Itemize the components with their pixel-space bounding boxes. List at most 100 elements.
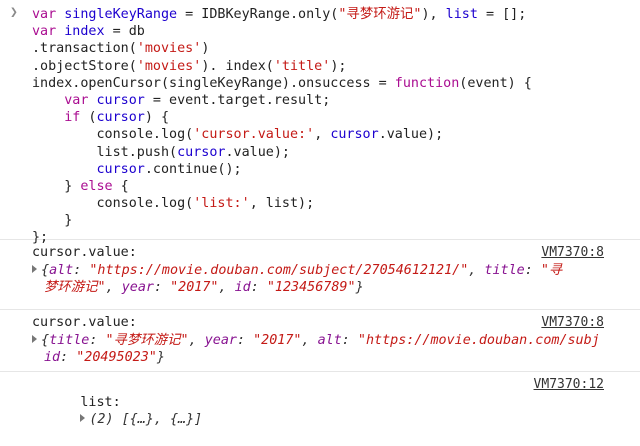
object-token: "https://movie.douban.com/subj (357, 332, 600, 348)
code-token: (event) { (459, 75, 532, 91)
object-token: : (73, 262, 90, 278)
object-preview[interactable]: {title: "寻梦环游记", year: "2017", alt: "htt… (32, 332, 632, 367)
object-token: , (468, 262, 485, 278)
code-token: 'title' (273, 58, 331, 74)
code-token: = []; (477, 7, 527, 22)
object-token: alt (317, 332, 342, 348)
code-token: function (394, 75, 460, 91)
object-preview-line: id: "20495023"} (32, 349, 632, 367)
code-token: if (64, 110, 81, 126)
object-token: : (250, 280, 267, 295)
code-token: ); (330, 58, 347, 74)
code-token: = db (104, 24, 145, 40)
code-token: list (445, 7, 478, 22)
code-token: 'cursor.value:' (193, 127, 315, 143)
expand-triangle-icon[interactable] (32, 264, 37, 273)
code-token: .transaction( (32, 41, 137, 57)
code-token: .objectStore( (32, 58, 137, 74)
log-source-link[interactable]: VM7370:12 (534, 376, 604, 394)
code-token: index (64, 24, 105, 40)
object-token: { (41, 332, 50, 348)
log-source-link[interactable]: VM7370:8 (541, 244, 604, 262)
console-input-entry[interactable]: ❯ var singleKeyRange = IDBKeyRange.only(… (0, 0, 640, 245)
code-token: .continue(); (144, 161, 242, 177)
object-token: title (484, 262, 525, 278)
code-token: } (32, 213, 73, 229)
object-token: , (188, 332, 205, 348)
object-token: "寻梦环游记" (105, 332, 189, 348)
code-token: cursor (96, 161, 145, 177)
code-token: cursor (177, 144, 226, 160)
code-token: var (32, 24, 65, 40)
object-token: title (49, 332, 90, 348)
object-token: "https://movie.douban.com/subject/270546… (89, 262, 469, 278)
code-token: ). index( (201, 58, 274, 74)
code-token: list.push( (32, 144, 178, 160)
object-token: : (236, 332, 254, 348)
object-token: } (156, 350, 165, 365)
object-token: : (524, 262, 541, 278)
object-token: , (301, 332, 318, 348)
object-token: "20495023" (76, 350, 157, 365)
object-token: year (204, 332, 237, 348)
code-token: ), (421, 7, 446, 22)
object-token: id (44, 350, 61, 365)
code-line: cursor.continue(); (32, 161, 632, 178)
code-token: 'movies' (136, 41, 202, 57)
code-token: .value); (378, 127, 444, 143)
object-token: year (121, 280, 154, 295)
code-token: , list); (249, 196, 315, 212)
code-token: , (314, 127, 331, 143)
object-preview-line: 梦环游记", year: "2017", id: "123456789"} (32, 279, 632, 297)
code-line: } (32, 212, 632, 229)
object-preview-line: {title: "寻梦环游记", year: "2017", alt: "htt… (32, 332, 632, 350)
code-token: .value); (225, 144, 291, 160)
code-line: index.openCursor(singleKeyRange).onsucce… (32, 75, 632, 92)
code-token: = event.target.result; (144, 92, 331, 108)
code-token: "寻梦环游记" (338, 7, 422, 22)
code-token: singleKeyRange (64, 7, 178, 22)
code-token: { (112, 178, 129, 194)
object-token: : (341, 332, 358, 348)
code-token: ( (80, 110, 97, 126)
code-token: cursor (330, 127, 379, 143)
code-token: index.openCursor(singleKeyRange).onsucce… (32, 75, 395, 91)
devtools-console: ❯ var singleKeyRange = IDBKeyRange.only(… (0, 0, 640, 427)
code-token: cursor (96, 92, 145, 108)
code-line: if (cursor) { (32, 109, 632, 126)
array-summary[interactable]: (2) [{…}, {…}] (89, 412, 202, 427)
object-token: : (89, 332, 106, 348)
log-source-link[interactable]: VM7370:8 (541, 314, 604, 332)
code-token: = IDBKeyRange.only( (177, 7, 339, 22)
code-token: cursor (96, 110, 145, 126)
code-line: list.push(cursor.value); (32, 144, 632, 161)
object-token: alt (49, 262, 74, 278)
code-token: var (32, 7, 65, 22)
code-line: var index = db (32, 23, 632, 40)
code-line: .transaction('movies') (32, 40, 632, 57)
code-token: console.log( (32, 196, 194, 212)
object-token: "寻 (540, 262, 563, 278)
expand-triangle-icon[interactable] (32, 334, 37, 343)
code-line: } else { (32, 178, 632, 195)
log-label: list: (80, 394, 121, 410)
object-token: } (355, 280, 364, 295)
console-log-entry-2: cursor.value: VM7370:8 {title: "寻梦环游记", … (0, 310, 640, 372)
console-log-entry-3: list: (2) [{…}, {…}] VM7370:12 (0, 372, 640, 427)
object-preview[interactable]: {alt: "https://movie.douban.com/subject/… (32, 262, 632, 297)
expand-triangle-icon[interactable] (80, 414, 86, 422)
code-line: var singleKeyRange = IDBKeyRange.only("寻… (32, 6, 632, 23)
object-token: 梦环游记" (44, 280, 106, 295)
object-token: "123456789" (266, 280, 356, 295)
code-token: } (32, 178, 81, 194)
object-token: "2017" (170, 280, 219, 295)
code-token: ) (201, 41, 210, 57)
object-token: , (105, 280, 122, 295)
code-line: var cursor = event.target.result; (32, 92, 632, 109)
chevron-right-icon: ❯ (10, 5, 18, 20)
object-token: "2017" (253, 332, 302, 348)
object-token: id (234, 280, 251, 295)
